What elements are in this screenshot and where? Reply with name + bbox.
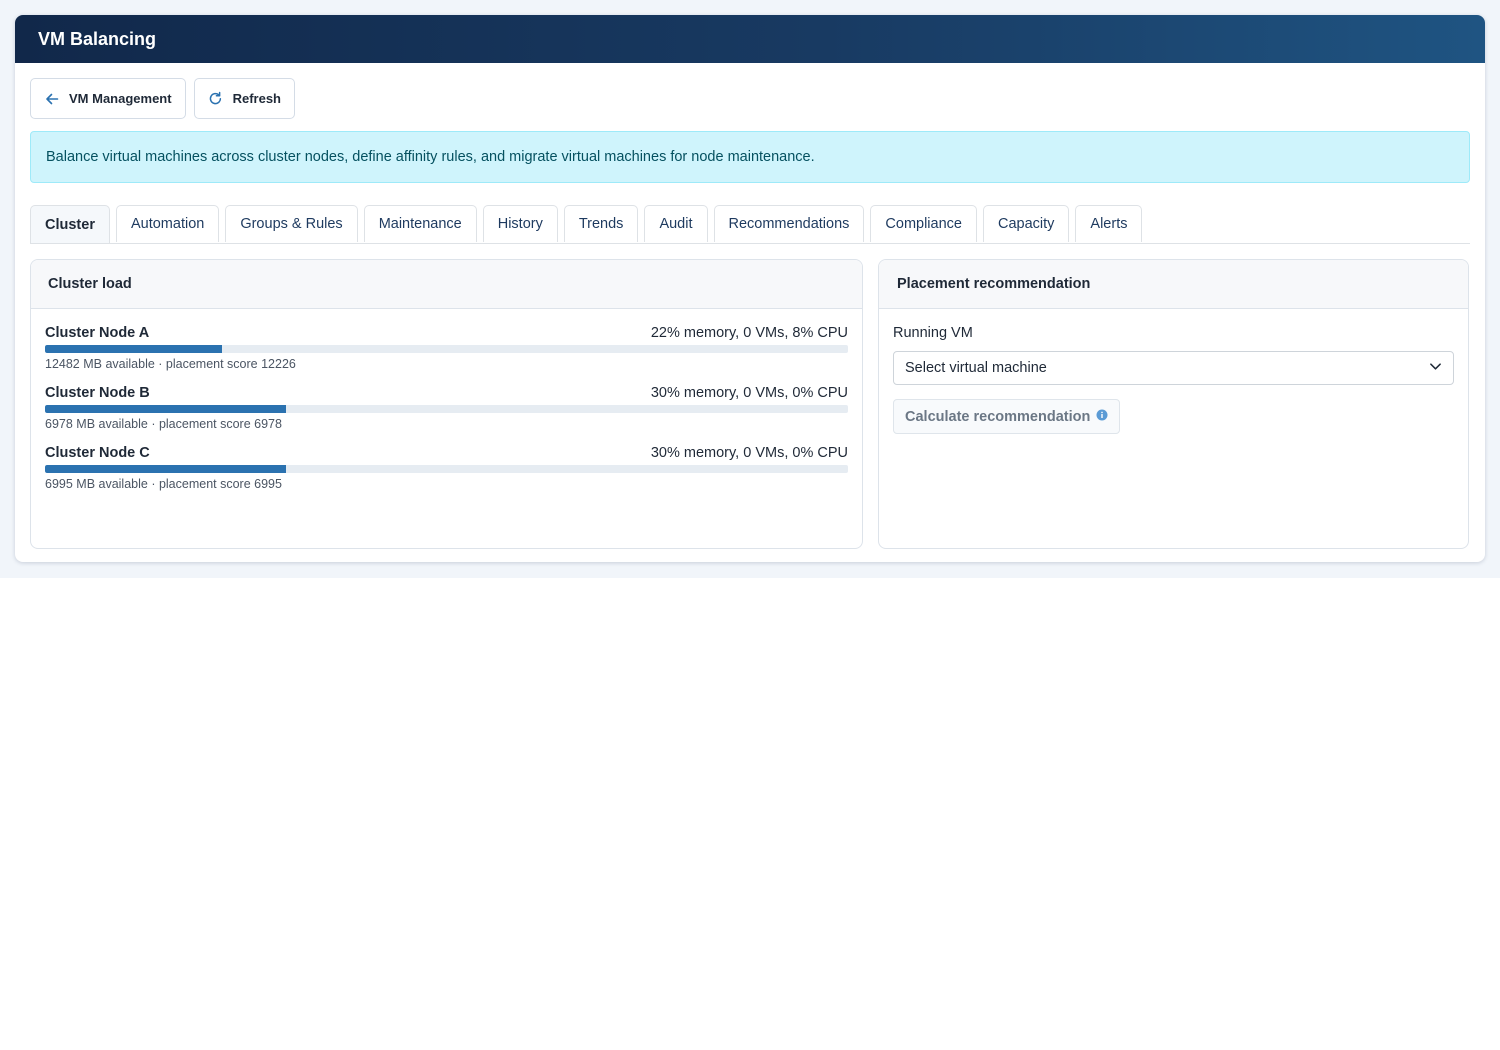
vm-select[interactable]: Select virtual machine [893, 351, 1454, 385]
memory-bar-fill [45, 465, 286, 473]
node-header: Cluster Node C 30% memory, 0 VMs, 0% CPU [45, 445, 848, 462]
memory-bar-fill [45, 345, 222, 353]
panels: Cluster load Cluster Node A 22% memory, … [30, 259, 1470, 549]
memory-bar [45, 405, 848, 413]
toolbar: VM Management Refresh [30, 78, 1470, 119]
tab-alerts[interactable]: Alerts [1075, 205, 1143, 242]
cluster-load-title: Cluster load [31, 260, 862, 309]
cluster-load-body: Cluster Node A 22% memory, 0 VMs, 8% CPU… [31, 309, 862, 491]
node-detail: 6995 MB available · placement score 6995 [45, 477, 282, 491]
node-header: Cluster Node A 22% memory, 0 VMs, 8% CPU [45, 325, 848, 342]
tab-history[interactable]: History [482, 205, 558, 242]
memory-bar-fill [45, 405, 286, 413]
tab-audit[interactable]: Audit [644, 205, 708, 242]
tab-compliance[interactable]: Compliance [870, 205, 977, 242]
tab-automation[interactable]: Automation [115, 205, 220, 242]
vm-management-label: VM Management [69, 91, 172, 106]
memory-bar [45, 345, 848, 353]
vm-select-value: Select virtual machine [905, 360, 1047, 376]
refresh-button[interactable]: Refresh [193, 78, 295, 119]
tab-groups-rules[interactable]: Groups & Rules [225, 205, 358, 242]
node-stats: 30% memory, 0 VMs, 0% CPU [650, 385, 848, 401]
main-content: VM Management Refresh Balance virtual ma… [15, 63, 1485, 549]
node-name: Cluster Node A [45, 325, 150, 341]
info-banner-text: Balance virtual machines across cluster … [46, 149, 815, 165]
tab-capacity[interactable]: Capacity [982, 205, 1070, 242]
node-row: Cluster Node A 22% memory, 0 VMs, 8% CPU… [45, 325, 848, 371]
arrow-left-icon [44, 91, 60, 107]
tab-recommendations[interactable]: Recommendations [713, 205, 865, 242]
page-title: VM Balancing [38, 28, 157, 49]
calculate-recommendation-button[interactable]: Calculate recommendation [893, 399, 1121, 434]
node-header: Cluster Node B 30% memory, 0 VMs, 0% CPU [45, 385, 848, 402]
tab-cluster[interactable]: Cluster [30, 205, 110, 243]
calculate-recommendation-label: Calculate recommendation [905, 408, 1091, 425]
memory-bar [45, 465, 848, 473]
node-name: Cluster Node B [45, 385, 150, 401]
cluster-load-card: Cluster load Cluster Node A 22% memory, … [30, 259, 863, 549]
vm-management-button[interactable]: VM Management [30, 78, 186, 119]
placement-card: Placement recommendation Running VM Sele… [878, 259, 1469, 549]
node-detail: 6978 MB available · placement score 6978 [45, 417, 282, 431]
node-stats: 30% memory, 0 VMs, 0% CPU [650, 445, 848, 461]
info-banner: Balance virtual machines across cluster … [30, 131, 1470, 183]
refresh-icon [208, 91, 224, 107]
tab-trends[interactable]: Trends [563, 205, 639, 242]
running-vm-label: Running VM [893, 325, 973, 341]
app-window: VM Balancing VM Management Refresh Balan… [15, 15, 1485, 562]
refresh-label: Refresh [232, 91, 281, 106]
placement-title: Placement recommendation [879, 260, 1468, 309]
tab-bar: Cluster Automation Groups & Rules Mainte… [30, 205, 1470, 244]
chevron-down-icon [1429, 360, 1442, 377]
tab-maintenance[interactable]: Maintenance [363, 205, 477, 242]
node-row: Cluster Node B 30% memory, 0 VMs, 0% CPU… [45, 385, 848, 431]
node-detail: 12482 MB available · placement score 122… [45, 357, 296, 371]
title-bar: VM Balancing [15, 15, 1485, 63]
node-row: Cluster Node C 30% memory, 0 VMs, 0% CPU… [45, 445, 848, 491]
node-stats: 22% memory, 0 VMs, 8% CPU [650, 325, 848, 341]
info-icon [1096, 409, 1108, 425]
placement-body: Running VM Select virtual machine Calcul… [879, 309, 1468, 434]
node-name: Cluster Node C [45, 445, 150, 461]
